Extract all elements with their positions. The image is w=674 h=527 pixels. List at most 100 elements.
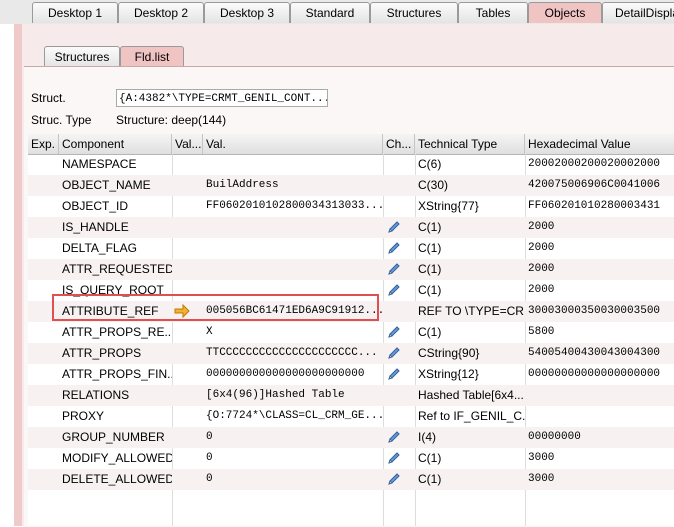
cell-hex-value: 3000 <box>528 473 555 485</box>
cell-component: ATTR_PROPS_RE... <box>62 325 172 339</box>
cell-value[interactable] <box>203 154 383 175</box>
cell-component: MODIFY_ALLOWED <box>62 451 172 465</box>
pencil-icon[interactable] <box>386 345 402 361</box>
cell-component: NAMESPACE <box>62 157 137 171</box>
table-row[interactable]: IS_HANDLE C(1) 2000 <box>28 217 674 238</box>
cell-technical-type: C(1) <box>418 472 442 486</box>
pencil-icon[interactable] <box>386 471 402 487</box>
cell-value[interactable]: FF0602010102800034313033... <box>203 196 383 217</box>
table-row[interactable]: RELATIONS [6x4(96)]Hashed Table Hashed Tab… <box>28 385 674 406</box>
top-tab-bar: Desktop 1 Desktop 2 Desktop 3 Standard S… <box>0 0 674 24</box>
cell-technical-type: C(1) <box>418 241 442 255</box>
table-row[interactable]: ATTR_PROPS_RE... X C(1) 5800 <box>28 322 674 343</box>
table-row[interactable]: OBJECT_NAME BuilAddress C(30) 420075006906C… <box>28 175 674 196</box>
pencil-icon[interactable] <box>386 366 402 382</box>
tab-desktop-3[interactable]: Desktop 3 <box>204 2 290 23</box>
cell-component: PROXY <box>62 409 105 423</box>
cell-value[interactable]: 000000000000000000000000 <box>203 364 383 385</box>
pencil-icon[interactable] <box>386 282 402 298</box>
cell-hex-value: 2000 <box>528 242 555 254</box>
pencil-icon[interactable] <box>386 450 402 466</box>
cell-value[interactable]: 0 <box>203 469 383 490</box>
cell-hex-value: 420075006906C0041006 <box>528 179 661 191</box>
table-row[interactable]: ATTR_REQUESTED C(1) 2000 <box>28 259 674 280</box>
cell-technical-type: C(1) <box>418 451 442 465</box>
table-row[interactable]: MODIFY_ALLOWED 0 C(1) 3000 <box>28 448 674 469</box>
tab-desktop-1[interactable]: Desktop 1 <box>32 2 118 23</box>
pencil-icon[interactable] <box>386 429 402 445</box>
cell-technical-type: XString{77} <box>418 199 479 213</box>
col-hex-value[interactable]: Hexadecimal Value <box>525 134 674 154</box>
table-row[interactable]: DELETE_ALLOWED 0 C(1) 3000 <box>28 469 674 490</box>
col-component[interactable]: Component <box>59 134 172 154</box>
cell-value[interactable]: 0 <box>203 448 383 469</box>
cell-component: ATTR_PROPS <box>62 346 142 360</box>
cell-value[interactable]: [6x4(96)]Hashed Table <box>203 385 383 406</box>
tab-standard[interactable]: Standard <box>290 2 370 23</box>
tab-desktop-2[interactable]: Desktop 2 <box>118 2 204 23</box>
cell-technical-type: C(1) <box>418 220 442 234</box>
table-row[interactable]: PROXY {O:7724*\CLASS=CL_CRM_GE... Ref to I… <box>28 406 674 427</box>
col-val[interactable]: Val. <box>203 134 383 154</box>
struct-input[interactable]: {A:4382*\TYPE=CRMT_GENIL_CONT... <box>116 89 328 107</box>
cell-technical-type: I(4) <box>418 430 436 444</box>
table-row[interactable]: ATTR_PROPS TTCCCCCCCCCCCCCCCCCCCCC... CStr… <box>28 343 674 364</box>
table-row[interactable]: OBJECT_ID FF0602010102800034313033... XStr… <box>28 196 674 217</box>
cell-value[interactable]: BuilAddress <box>203 175 383 196</box>
cell-technical-type: C(30) <box>418 178 449 192</box>
subtab-fld-list[interactable]: Fld.list <box>120 46 184 67</box>
tab-objects[interactable]: Objects <box>528 2 602 23</box>
component-grid: Exp. Component Val... Val. Ch... Technic… <box>28 134 674 526</box>
tab-tables[interactable]: Tables <box>458 2 528 23</box>
subtab-structures[interactable]: Structures <box>44 46 120 67</box>
cell-value[interactable]: {O:7724*\CLASS=CL_CRM_GE... <box>203 406 383 427</box>
cell-component: OBJECT_NAME <box>62 178 151 192</box>
col-technical-type[interactable]: Technical Type <box>415 134 525 154</box>
pencil-icon[interactable] <box>386 219 402 235</box>
cell-component: OBJECT_ID <box>62 199 129 213</box>
cell-hex-value <box>525 406 674 427</box>
cell-technical-type: Hashed Table[6x4... <box>418 388 524 402</box>
tab-structures[interactable]: Structures <box>370 2 458 23</box>
cell-hex-value <box>525 385 674 406</box>
cell-hex-value: 30003000350030003500 <box>528 305 661 317</box>
cell-hex-value: 2000 <box>528 284 555 296</box>
table-row[interactable]: DELTA_FLAG C(1) 2000 <box>28 238 674 259</box>
cell-component: GROUP_NUMBER <box>62 430 165 444</box>
struct-type-value: Structure: deep(144) <box>116 113 227 127</box>
highlight-box <box>52 294 379 321</box>
cell-hex-value: 2000 <box>528 221 555 233</box>
struct-label: Struct. <box>31 91 66 105</box>
cell-component: ATTR_PROPS_FIN... <box>62 367 172 381</box>
cell-hex-value: 3000 <box>528 452 555 464</box>
col-val-short[interactable]: Val... <box>172 134 203 154</box>
table-row[interactable]: GROUP_NUMBER 0 I(4) 00000000 <box>28 427 674 448</box>
cell-component: RELATIONS <box>62 388 130 402</box>
cell-value[interactable]: TTCCCCCCCCCCCCCCCCCCCCC... <box>203 343 383 364</box>
cell-hex-value: 5800 <box>528 326 555 338</box>
cell-technical-type: C(1) <box>418 325 442 339</box>
cell-component: IS_HANDLE <box>62 220 129 234</box>
pencil-icon[interactable] <box>386 240 402 256</box>
tab-detaildisplay[interactable]: DetailDisplay <box>602 2 674 23</box>
cell-technical-type: CString{90} <box>418 346 480 360</box>
cell-value[interactable] <box>203 238 383 259</box>
cell-technical-type: C(1) <box>418 262 442 276</box>
col-exp[interactable]: Exp. <box>28 134 59 154</box>
cell-value[interactable]: 0 <box>203 427 383 448</box>
cell-hex-value: 00000000 <box>528 431 581 443</box>
cell-hex-value: 20002000200020002000 <box>528 158 661 170</box>
cell-hex-value: 54005400430043004300 <box>528 347 661 359</box>
pencil-icon[interactable] <box>386 324 402 340</box>
table-row[interactable]: ATTR_PROPS_FIN... 00000000000000000000000… <box>28 364 674 385</box>
pencil-icon[interactable] <box>386 261 402 277</box>
cell-value[interactable] <box>203 217 383 238</box>
struct-type-label: Struc. Type <box>31 113 92 127</box>
cell-component: DELTA_FLAG <box>62 241 137 255</box>
grid-header: Exp. Component Val... Val. Ch... Technic… <box>28 134 674 155</box>
cell-value[interactable]: X <box>203 322 383 343</box>
table-row[interactable]: NAMESPACE C(6) 20002000200020002000 <box>28 154 674 175</box>
cell-technical-type: Ref to IF_GENIL_C... <box>418 409 525 423</box>
col-changeable[interactable]: Ch... <box>383 134 415 154</box>
cell-value[interactable] <box>203 259 383 280</box>
